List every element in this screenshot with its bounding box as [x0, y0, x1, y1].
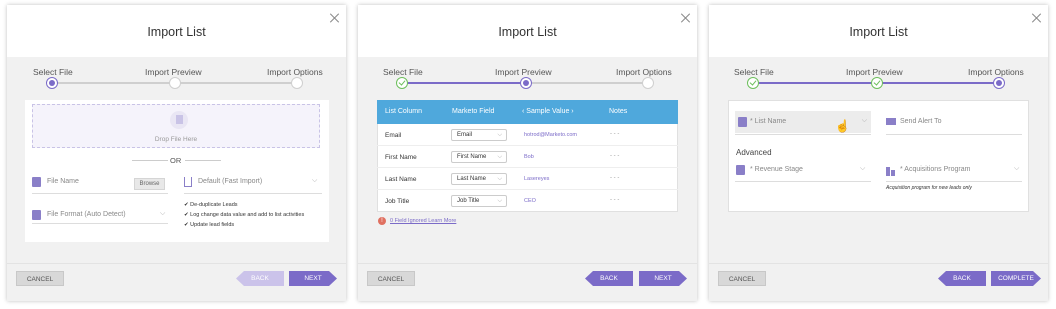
- step-label-import-preview: Import Preview: [495, 67, 552, 77]
- step-label-select-file: Select File: [33, 67, 73, 77]
- stepper-progress: [402, 82, 526, 84]
- close-icon[interactable]: [330, 13, 340, 23]
- marketo-field-select[interactable]: First Name ⌵: [451, 151, 507, 163]
- advanced-heading: Advanced: [736, 148, 772, 157]
- or-label: OR: [170, 156, 182, 165]
- step-dot-import-preview: [169, 77, 181, 89]
- table-header: List Column Marketo Field ‹ Sample Value…: [377, 100, 678, 124]
- drop-zone[interactable]: Drop File Here: [32, 104, 320, 148]
- mail-icon: [886, 118, 896, 125]
- marketo-field-select[interactable]: Job Title ⌵: [451, 195, 507, 207]
- check-item[interactable]: ✔ Log change data value and add to list …: [184, 210, 304, 220]
- check-item[interactable]: ✔ De-duplicate Leads: [184, 200, 304, 210]
- step-dot-import-preview: [871, 77, 883, 89]
- marketo-field-select[interactable]: Email ⌵: [451, 129, 507, 141]
- step-dot-import-preview: [520, 77, 532, 89]
- list-name-field[interactable]: * List Name ⌵ ☝: [735, 111, 871, 133]
- close-icon[interactable]: [681, 13, 691, 23]
- column-header: List Column: [385, 108, 422, 115]
- browse-button[interactable]: Browse: [134, 178, 165, 190]
- column-header[interactable]: ‹ Sample Value ›: [522, 108, 574, 115]
- chevron-down-icon: ⌵: [860, 165, 866, 172]
- hand-cursor-icon: ☝: [835, 119, 850, 133]
- back-button[interactable]: BACK: [585, 271, 633, 286]
- file-name-label: File Name: [47, 178, 79, 185]
- close-icon[interactable]: [1032, 13, 1042, 23]
- step-dot-select-file: [46, 77, 58, 89]
- chevron-down-icon: ⌵: [312, 177, 318, 184]
- table-row: First Name First Name ⌵ Bob - - -: [377, 146, 678, 168]
- revenue-stage-icon: [736, 165, 745, 175]
- step-label-import-preview: Import Preview: [145, 67, 202, 77]
- file-format-icon: [32, 210, 41, 220]
- acquisitions-program-select[interactable]: * Acquisitions Program: [900, 166, 970, 173]
- next-button[interactable]: NEXT: [289, 271, 337, 286]
- table-row: Email Email ⌵ hotrod@Marketo.com - - -: [377, 124, 678, 146]
- step-label-select-file: Select File: [383, 67, 423, 77]
- table-row: Job Title Job Title ⌵ CEO - - -: [385, 195, 620, 207]
- marketo-field-select[interactable]: Last Name ⌵: [451, 173, 507, 185]
- cancel-button[interactable]: CANCEL: [367, 271, 415, 286]
- dialog-title: Import List: [147, 25, 206, 39]
- import-dialog-options: Import List Select File Import Preview I…: [709, 5, 1048, 301]
- revenue-stage-select[interactable]: * Revenue Stage: [750, 166, 803, 173]
- options-checklist: ✔ De-duplicate Leads ✔ Log change data v…: [184, 200, 304, 230]
- file-icon: [170, 111, 188, 129]
- dialog-title: Import List: [849, 25, 908, 39]
- back-button[interactable]: BACK: [236, 271, 284, 286]
- cancel-button[interactable]: CANCEL: [718, 271, 766, 286]
- acquisition-note: Acquisition program for new leads only: [886, 185, 972, 191]
- chevron-down-icon: ⌵: [160, 210, 166, 217]
- next-button[interactable]: NEXT: [639, 271, 687, 286]
- import-dialog-select-file: Import List Select File Import Preview I…: [7, 5, 346, 301]
- step-label-import-options: Import Options: [616, 67, 672, 77]
- back-button[interactable]: BACK: [938, 271, 986, 286]
- acquisition-icon: [886, 165, 896, 176]
- chevron-down-icon: ⌵: [861, 117, 867, 124]
- file-name-icon: [32, 177, 41, 187]
- step-dot-select-file: [747, 77, 759, 89]
- table-row: Last Name Last Name ⌵ Lasereyes - - -: [377, 168, 678, 190]
- file-format-select[interactable]: File Format (Auto Detect): [47, 211, 126, 218]
- warning-icon: !: [378, 217, 386, 225]
- step-label-import-preview: Import Preview: [846, 67, 903, 77]
- step-dot-import-options: [642, 77, 654, 89]
- send-alert-field[interactable]: Send Alert To: [900, 118, 942, 125]
- step-dot-import-options: [993, 77, 1005, 89]
- default-import-select[interactable]: Default (Fast Import): [198, 178, 262, 185]
- list-icon: [738, 117, 747, 127]
- chevron-down-icon: ⌵: [1014, 165, 1020, 172]
- step-label-select-file: Select File: [734, 67, 774, 77]
- step-dot-import-options: [291, 77, 303, 89]
- list-name-label: * List Name: [750, 118, 787, 125]
- step-dot-select-file: [396, 77, 408, 89]
- column-header: Notes: [609, 108, 628, 115]
- drop-label: Drop File Here: [154, 136, 198, 143]
- dialog-title: Import List: [498, 25, 557, 39]
- step-label-import-options: Import Options: [267, 67, 323, 77]
- check-item[interactable]: ✔ Update lead fields: [184, 220, 304, 230]
- complete-button[interactable]: COMPLETE: [991, 271, 1041, 286]
- ignored-fields-link[interactable]: 0 Field Ignored Learn More: [390, 218, 456, 224]
- download-icon: [184, 177, 192, 187]
- step-label-import-options: Import Options: [968, 67, 1024, 77]
- cancel-button[interactable]: CANCEL: [16, 271, 64, 286]
- column-header: Marketo Field: [452, 108, 495, 115]
- import-dialog-preview: Import List Select File Import Preview I…: [358, 5, 697, 301]
